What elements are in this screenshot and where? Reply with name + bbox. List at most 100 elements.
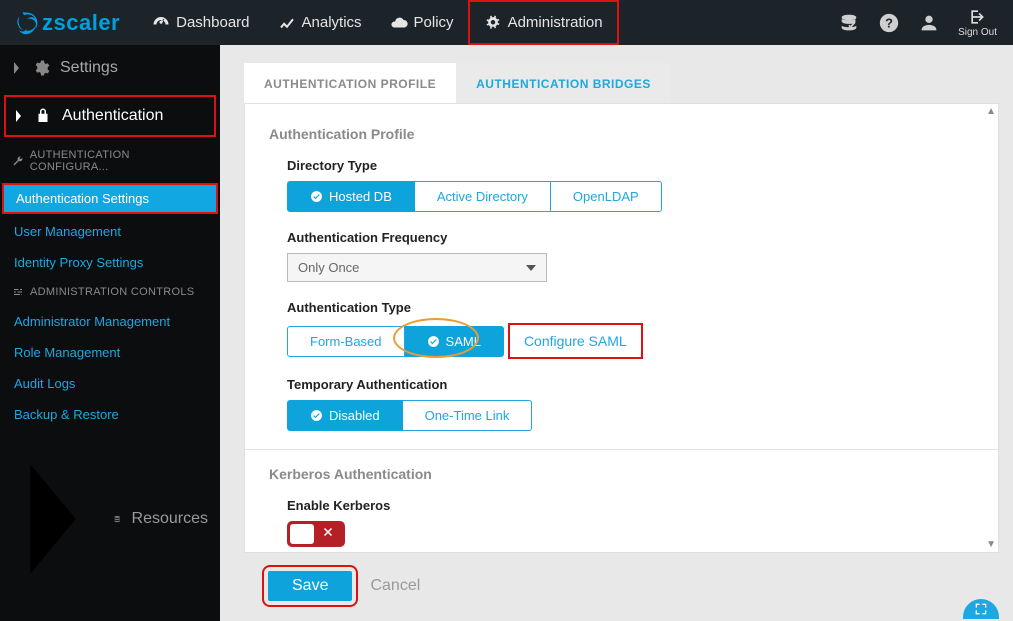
sidebar-item-label: Role Management (14, 345, 120, 360)
option-label: One-Time Link (425, 408, 510, 423)
segment-directory-type: Hosted DB Active Directory OpenLDAP (287, 181, 974, 212)
tab-label: AUTHENTICATION PROFILE (264, 77, 436, 91)
gear-icon (32, 59, 50, 77)
database-check-icon[interactable] (838, 12, 860, 34)
save-button[interactable]: Save (268, 571, 352, 601)
button-label: Cancel (370, 577, 420, 594)
option-label: Disabled (329, 408, 380, 423)
sidebar-item-label: Authentication Settings (16, 191, 149, 206)
gauge-icon (152, 14, 170, 32)
option-hosted-db[interactable]: Hosted DB (287, 181, 415, 212)
option-one-time-link[interactable]: One-Time Link (403, 400, 533, 431)
dropdown-value: Only Once (298, 260, 359, 275)
segment-auth-type: Form-Based SAML (287, 326, 504, 357)
section-title-auth-profile: Authentication Profile (269, 126, 974, 142)
toggle-off-icon (314, 525, 342, 543)
link-configure-saml[interactable]: Configure SAML (508, 323, 643, 359)
toggle-enable-kerberos[interactable] (287, 521, 345, 547)
label-temp-auth: Temporary Authentication (287, 377, 974, 392)
sidebar-subheader-admin-controls: ADMINISTRATION CONTROLS (0, 278, 220, 306)
sliders-icon (12, 286, 24, 298)
label-directory-type: Directory Type (287, 158, 974, 173)
nav-policy[interactable]: Policy (376, 0, 468, 45)
panel-scrollbar[interactable]: ▲ ▼ (984, 104, 998, 552)
option-disabled[interactable]: Disabled (287, 400, 403, 431)
nav-administration[interactable]: Administration (468, 0, 619, 45)
tab-authentication-profile[interactable]: AUTHENTICATION PROFILE (244, 63, 456, 103)
top-nav: Dashboard Analytics Policy Administratio… (138, 0, 618, 45)
sidebar-item-backup-restore[interactable]: Backup & Restore (0, 399, 220, 430)
topbar: zscaler Dashboard Analytics Policy Admin… (0, 0, 1013, 45)
sidebar-item-audit-logs[interactable]: Audit Logs (0, 368, 220, 399)
chevron-right-icon (12, 446, 103, 592)
sidebar-item-role-management[interactable]: Role Management (0, 337, 220, 368)
option-label: Hosted DB (329, 189, 392, 204)
nav-analytics-label: Analytics (302, 14, 362, 31)
settings-panel: ▲ ▼ Authentication Profile Directory Typ… (244, 103, 999, 553)
tab-authentication-bridges[interactable]: AUTHENTICATION BRIDGES (456, 63, 671, 103)
nav-administration-label: Administration (508, 14, 603, 31)
floating-action-button[interactable] (963, 599, 999, 619)
option-saml[interactable]: SAML (405, 326, 504, 357)
scroll-down-icon[interactable]: ▼ (986, 539, 996, 550)
nav-dashboard-label: Dashboard (176, 14, 249, 31)
label-enable-kerberos: Enable Kerberos (287, 498, 974, 513)
help-icon[interactable]: ? (878, 12, 900, 34)
sign-out-label: Sign Out (958, 27, 997, 38)
sign-out-button[interactable]: Sign Out (958, 7, 997, 38)
nav-analytics[interactable]: Analytics (264, 0, 376, 45)
chevron-right-icon (14, 108, 24, 124)
sidebar-item-label: Audit Logs (14, 376, 75, 391)
caret-down-icon (526, 265, 536, 271)
tab-label: AUTHENTICATION BRIDGES (476, 77, 651, 91)
nav-dashboard[interactable]: Dashboard (138, 0, 263, 45)
segment-temp-auth: Disabled One-Time Link (287, 400, 974, 431)
option-active-directory[interactable]: Active Directory (415, 181, 551, 212)
link-label: Configure SAML (524, 333, 627, 349)
nav-policy-label: Policy (414, 14, 454, 31)
user-icon[interactable] (918, 12, 940, 34)
zscaler-swirl-icon (14, 10, 40, 36)
cancel-button[interactable]: Cancel (370, 577, 420, 595)
sidebar-item-identity-proxy[interactable]: Identity Proxy Settings (0, 247, 220, 278)
chart-line-icon (278, 14, 296, 32)
sidebar-settings-label: Settings (60, 59, 118, 77)
option-label: Form-Based (310, 334, 382, 349)
dropdown-auth-frequency[interactable]: Only Once (287, 253, 547, 282)
check-circle-icon (427, 335, 440, 348)
option-label: SAML (446, 334, 481, 349)
lock-icon (34, 107, 52, 125)
button-label: Save (292, 577, 328, 594)
section-title-kerberos: Kerberos Authentication (269, 466, 974, 482)
sidebar-subheader-auth-config: AUTHENTICATION CONFIGURA... (0, 141, 220, 181)
toggle-knob (290, 524, 314, 544)
label-auth-type: Authentication Type (287, 300, 974, 315)
chevron-right-icon (12, 60, 22, 76)
gears-icon (484, 14, 502, 32)
check-circle-icon (310, 409, 323, 422)
label-auth-frequency: Authentication Frequency (287, 230, 974, 245)
sidebar-section-settings[interactable]: Settings (0, 45, 220, 91)
svg-text:?: ? (885, 15, 893, 30)
option-label: OpenLDAP (573, 189, 639, 204)
option-form-based[interactable]: Form-Based (287, 326, 405, 357)
sidebar: Settings Authentication AUTHENTICATION C… (0, 45, 220, 621)
sidebar-section-resources[interactable]: Resources (0, 430, 220, 608)
top-right-icons: ? Sign Out (838, 7, 1013, 38)
expand-icon (973, 601, 989, 617)
content-area: AUTHENTICATION PROFILE AUTHENTICATION BR… (220, 45, 1013, 621)
sub-head-admin-controls-label: ADMINISTRATION CONTROLS (30, 286, 194, 298)
sidebar-item-user-management[interactable]: User Management (0, 216, 220, 247)
sidebar-section-authentication[interactable]: Authentication (4, 95, 216, 137)
main-layout: Settings Authentication AUTHENTICATION C… (0, 45, 1013, 621)
content-tabs: AUTHENTICATION PROFILE AUTHENTICATION BR… (244, 63, 999, 103)
cloud-icon (390, 14, 408, 32)
section-divider (245, 449, 998, 450)
database-icon (113, 510, 121, 528)
sidebar-item-label: Administrator Management (14, 314, 170, 329)
scroll-up-icon[interactable]: ▲ (986, 106, 996, 117)
sidebar-item-administrator-management[interactable]: Administrator Management (0, 306, 220, 337)
sidebar-resources-label: Resources (132, 510, 208, 528)
sidebar-item-auth-settings[interactable]: Authentication Settings (2, 183, 218, 214)
option-openldap[interactable]: OpenLDAP (551, 181, 662, 212)
